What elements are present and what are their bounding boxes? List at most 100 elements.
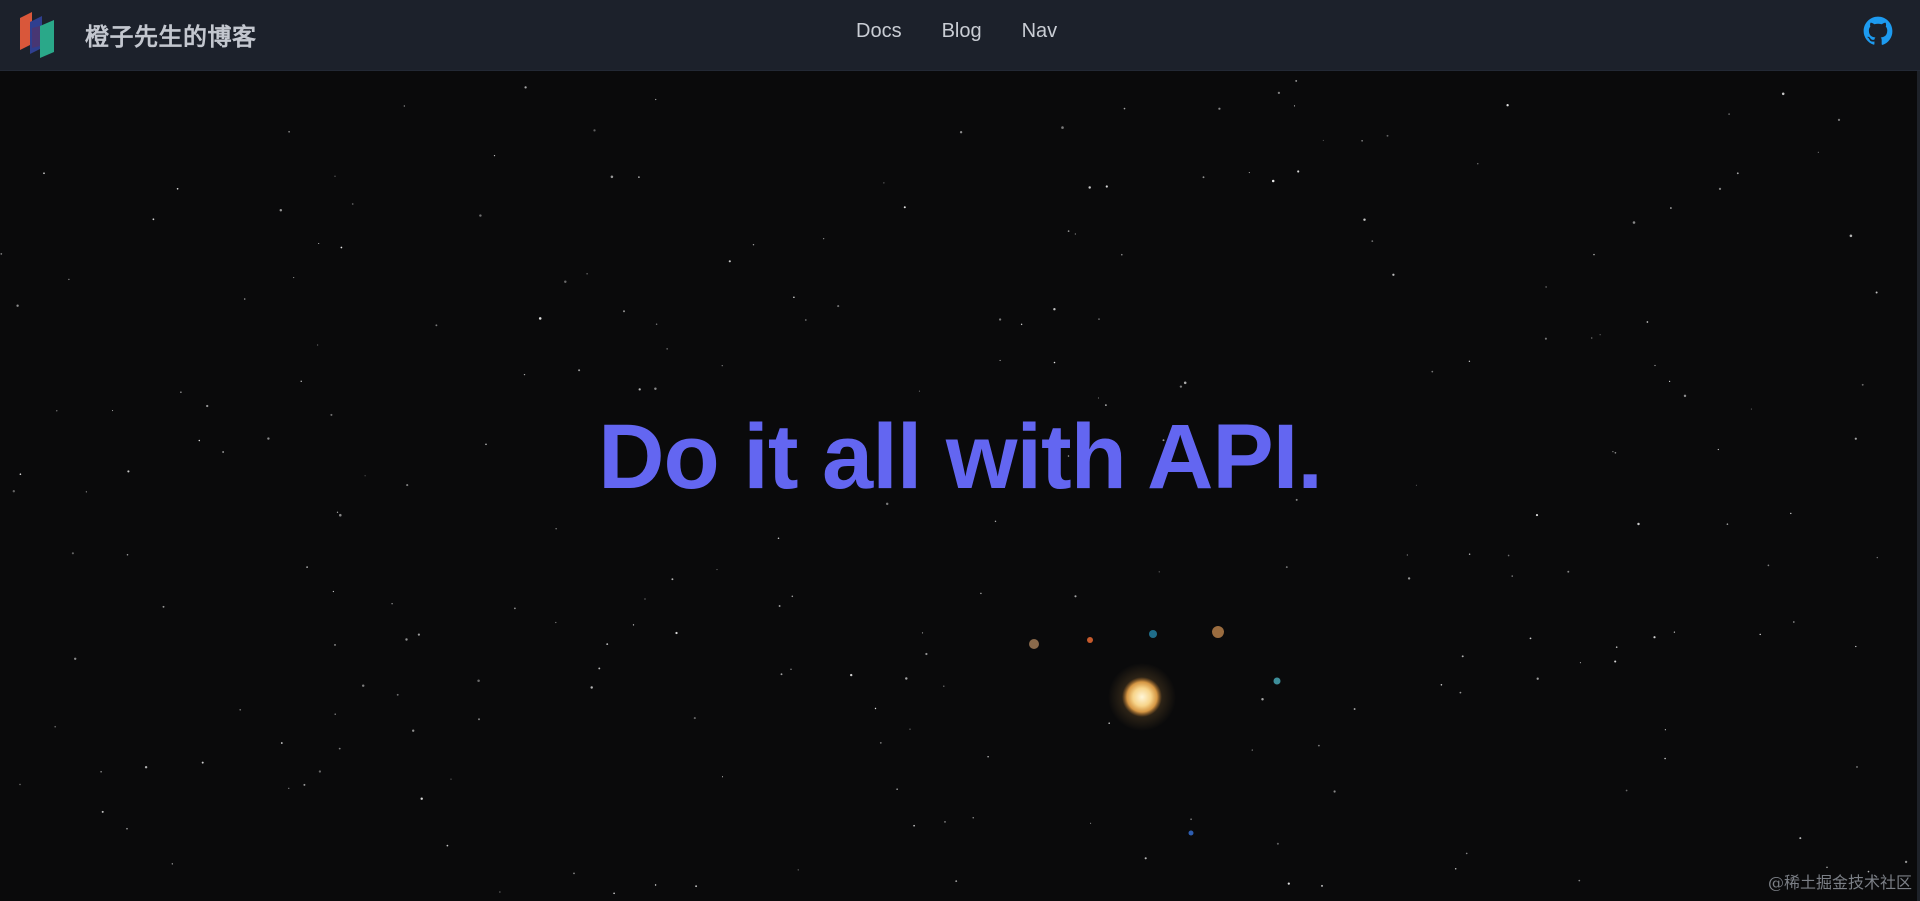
star [1536, 677, 1539, 680]
star [1664, 729, 1666, 731]
star [1144, 857, 1147, 860]
star [1454, 867, 1457, 870]
star [972, 817, 974, 819]
star [1625, 789, 1628, 792]
star [1053, 308, 1056, 311]
star [1535, 514, 1539, 517]
star [332, 590, 335, 593]
star [1507, 554, 1510, 557]
star [918, 390, 920, 392]
star [1506, 104, 1509, 107]
star [435, 324, 438, 327]
star [162, 605, 165, 608]
brand[interactable]: 橙子先生的博客 [18, 8, 257, 60]
star [1431, 370, 1434, 373]
nav-blog-link[interactable]: Blog [942, 20, 982, 43]
star [1511, 575, 1513, 577]
site-logo-icon[interactable] [18, 8, 58, 60]
star [638, 388, 641, 391]
star [336, 511, 339, 513]
star [721, 365, 723, 367]
star [1297, 170, 1300, 173]
star [654, 387, 657, 391]
star [538, 317, 542, 320]
star [716, 569, 718, 571]
star [201, 761, 204, 764]
star [1261, 698, 1264, 701]
star [1826, 866, 1828, 869]
star [334, 175, 336, 177]
star [1363, 218, 1366, 221]
star [1855, 645, 1857, 648]
star [524, 86, 527, 89]
star [909, 728, 911, 730]
star [1276, 842, 1279, 845]
star [1461, 655, 1464, 658]
star [306, 566, 308, 568]
star [338, 747, 341, 750]
star [797, 869, 799, 871]
star [1295, 79, 1298, 82]
star [1108, 722, 1110, 724]
github-icon[interactable] [1863, 16, 1893, 46]
star [1440, 684, 1443, 686]
star [610, 175, 614, 179]
star [1183, 381, 1187, 385]
site-title[interactable]: 橙子先生的博客 [85, 17, 257, 52]
star [1668, 380, 1671, 383]
star [874, 707, 877, 710]
star [1322, 139, 1324, 141]
star [1670, 207, 1672, 209]
star [300, 380, 302, 382]
star [778, 605, 781, 607]
star [1767, 564, 1770, 567]
star [412, 729, 415, 732]
star [477, 679, 480, 682]
star [68, 278, 70, 281]
star [999, 359, 1001, 361]
star [280, 742, 283, 744]
star [1861, 383, 1864, 386]
star [523, 373, 526, 376]
star [777, 537, 780, 540]
star [655, 98, 657, 101]
star [478, 718, 480, 721]
star [1683, 394, 1687, 398]
star [1726, 523, 1729, 525]
star [1637, 522, 1640, 526]
star [499, 891, 501, 893]
star [1790, 512, 1792, 515]
nav-docs-link[interactable]: Docs [856, 20, 902, 43]
navbar: 橙子先生的博客 Docs Blog Nav [0, 0, 1920, 71]
star [925, 652, 928, 656]
star [279, 209, 283, 212]
star [1615, 646, 1618, 648]
star [1468, 553, 1471, 555]
star [728, 260, 731, 263]
star [1614, 660, 1617, 663]
nav-nav-link[interactable]: Nav [1022, 20, 1058, 43]
star [1353, 708, 1356, 710]
star [555, 621, 557, 624]
star [1317, 744, 1320, 747]
star [1105, 185, 1108, 188]
star [944, 821, 946, 823]
star [1632, 221, 1636, 224]
star [1856, 766, 1858, 768]
star [171, 863, 173, 865]
star [1333, 790, 1336, 793]
star [1781, 92, 1785, 96]
star [1875, 291, 1878, 294]
star [1529, 637, 1532, 640]
star [1248, 172, 1250, 174]
star [913, 824, 915, 827]
star [791, 595, 794, 598]
star [675, 631, 678, 635]
star [19, 783, 21, 786]
star [1020, 323, 1023, 326]
star [351, 203, 354, 205]
star [793, 296, 795, 298]
star [334, 713, 336, 715]
star [638, 176, 640, 178]
star [1179, 385, 1183, 388]
